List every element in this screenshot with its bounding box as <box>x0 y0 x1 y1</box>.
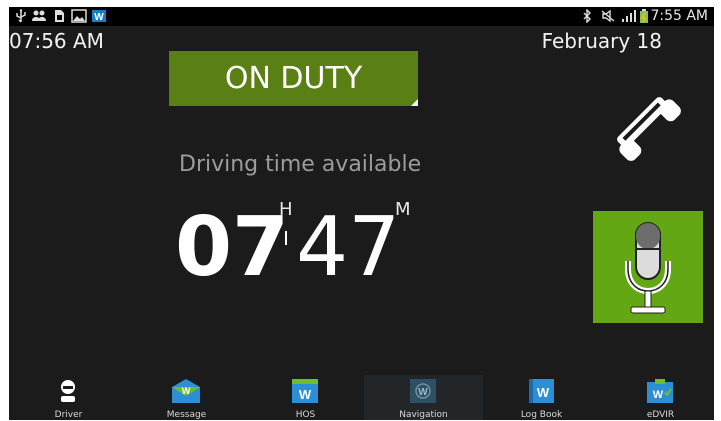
image-icon <box>71 9 87 23</box>
nav-label: HOS <box>295 410 316 420</box>
battery-icon <box>639 9 649 23</box>
bluetooth-icon <box>582 8 592 24</box>
driving-time-label: Driving time available <box>179 152 422 177</box>
nav-driver[interactable]: Driver <box>9 375 128 420</box>
mute-icon <box>600 9 616 23</box>
status-bar-time: 7:55 AM <box>650 8 708 24</box>
driver-icon <box>61 380 75 402</box>
sd-card-icon <box>53 9 65 23</box>
duty-status-label: ON DUTY <box>224 61 363 96</box>
svg-text:W: W <box>182 386 191 396</box>
hos-icon: W <box>292 379 318 403</box>
current-date: February 18 <box>541 29 662 53</box>
microphone-button[interactable] <box>593 211 703 323</box>
app-w-icon: W <box>91 9 107 23</box>
navigation-icon: W <box>410 379 436 403</box>
phone-icon <box>617 97 681 161</box>
svg-text:W: W <box>299 387 312 402</box>
usb-icon <box>15 9 27 23</box>
duty-status-button[interactable]: ON DUTY <box>169 51 418 106</box>
nav-message[interactable]: W Message <box>127 375 246 420</box>
bottom-navigation: Driver W Message W HOS W Navigation W Lo… <box>9 375 714 420</box>
minutes-unit: M <box>395 199 411 220</box>
contacts-icon <box>31 9 47 23</box>
nav-label: Message <box>166 410 207 420</box>
nav-navigation[interactable]: W Navigation <box>364 375 483 420</box>
nav-label: Navigation <box>399 410 448 420</box>
nav-label: Log Book <box>520 410 563 420</box>
svg-text:W: W <box>418 387 428 398</box>
edvir-icon: W <box>647 379 673 403</box>
message-icon: W <box>172 379 200 403</box>
status-bar: W 7:55 AM <box>9 7 714 26</box>
nav-hos[interactable]: W HOS <box>246 375 365 420</box>
hours-unit: H <box>279 199 293 220</box>
signal-icon <box>621 9 637 23</box>
nav-edvir[interactable]: W eDVIR <box>601 375 714 420</box>
svg-text:W: W <box>537 385 550 400</box>
app-screen: W 7:55 AM 07:56 AM February 18 ON DUTY D… <box>9 7 714 420</box>
nav-label: eDVIR <box>646 410 675 420</box>
current-time: 07:56 AM <box>9 29 104 53</box>
driving-hours: 07 <box>175 200 290 295</box>
driving-minutes: 47 <box>296 200 401 295</box>
svg-text:W: W <box>653 389 664 401</box>
nav-label: Driver <box>54 410 83 420</box>
nav-log-book[interactable]: W Log Book <box>482 375 601 420</box>
svg-text:W: W <box>94 12 104 23</box>
dropdown-corner-icon <box>411 99 418 106</box>
separator-tick <box>285 231 287 245</box>
microphone-icon <box>625 222 671 314</box>
logbook-icon: W <box>529 379 554 403</box>
phone-button[interactable] <box>603 83 693 173</box>
